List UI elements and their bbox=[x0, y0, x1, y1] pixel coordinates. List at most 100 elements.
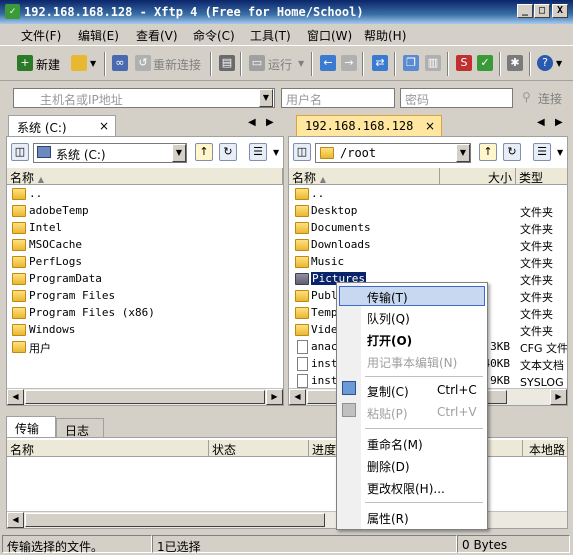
new-button[interactable]: 新建 bbox=[36, 56, 60, 73]
scroll-left-icon[interactable]: ◀ bbox=[7, 512, 24, 528]
paste-icon[interactable]: ▥ bbox=[425, 55, 441, 71]
scroll-right-icon[interactable]: ▶ bbox=[550, 389, 567, 405]
menu-edit[interactable]: 编辑(E) bbox=[78, 27, 119, 44]
right-col-type[interactable]: 类型 bbox=[516, 168, 567, 185]
run-button[interactable]: 运行 bbox=[268, 56, 292, 73]
back-arrow-icon[interactable]: ← bbox=[320, 55, 336, 71]
open-dropdown-icon[interactable]: ▼ bbox=[90, 59, 96, 68]
right-refresh-icon[interactable]: ↻ bbox=[503, 143, 521, 161]
list-item[interactable]: .. bbox=[289, 186, 567, 203]
maximize-button[interactable]: □ bbox=[534, 4, 550, 18]
right-col-name[interactable]: 名称 ▲ bbox=[289, 168, 440, 185]
close-button[interactable]: X bbox=[552, 4, 568, 18]
right-tab-next-icon[interactable]: ▶ bbox=[555, 117, 563, 128]
left-drive-select[interactable]: 系统 (C:) bbox=[33, 143, 187, 163]
menu-item-rename[interactable]: 重命名(M) bbox=[367, 433, 423, 453]
forward-arrow-icon[interactable]: → bbox=[341, 55, 357, 71]
right-tab-prev-icon[interactable]: ◀ bbox=[537, 117, 545, 128]
list-item[interactable]: adobeTemp bbox=[7, 203, 283, 220]
scroll-left-icon[interactable]: ◀ bbox=[289, 389, 306, 405]
menu-item-copy[interactable]: 复制(C) bbox=[367, 380, 409, 400]
left-drive-dropdown-icon[interactable]: ▼ bbox=[172, 144, 186, 162]
tab-close-icon[interactable]: × bbox=[99, 119, 109, 133]
username-input[interactable]: 用户名 bbox=[281, 88, 395, 108]
minimize-button[interactable]: _ bbox=[517, 4, 533, 18]
tab-local-c[interactable]: 系统 (C:) × bbox=[8, 115, 116, 137]
menu-item-queue[interactable]: 队列(Q) bbox=[367, 307, 410, 327]
list-item[interactable]: 用户 bbox=[7, 339, 283, 356]
tab-transfer[interactable]: 传输 bbox=[6, 416, 56, 438]
remote-path-select[interactable]: /root bbox=[315, 143, 471, 163]
scroll-thumb[interactable] bbox=[25, 390, 265, 404]
left-tab-next-icon[interactable]: ▶ bbox=[266, 117, 274, 128]
transfer-col-status[interactable]: 状态 bbox=[209, 440, 309, 457]
list-item[interactable]: Documents 文件夹 bbox=[289, 220, 567, 237]
list-item[interactable]: Program Files bbox=[7, 288, 283, 305]
reconnect-button[interactable]: 重新连接 bbox=[153, 56, 201, 73]
menu-item-permissions[interactable]: 更改权限(H)... bbox=[367, 477, 445, 497]
list-item[interactable]: Music 文件夹 bbox=[289, 254, 567, 271]
list-item[interactable]: ProgramData bbox=[7, 271, 283, 288]
right-path-dropdown-icon[interactable]: ▼ bbox=[456, 144, 470, 162]
menu-help[interactable]: 帮助(H) bbox=[364, 27, 406, 44]
left-col-name[interactable]: 名称 ▲ bbox=[7, 168, 283, 185]
help-dropdown-icon[interactable]: ▼ bbox=[556, 59, 562, 68]
host-dropdown-icon[interactable]: ▼ bbox=[259, 89, 273, 107]
tab-close-icon[interactable]: × bbox=[425, 119, 435, 133]
list-item[interactable]: Downloads 文件夹 bbox=[289, 237, 567, 254]
help-icon[interactable]: ? bbox=[537, 55, 553, 71]
menu-item-properties[interactable]: 属性(R) bbox=[367, 507, 409, 527]
reconnect-icon[interactable]: ↺ bbox=[135, 55, 151, 71]
xshell-icon[interactable]: S bbox=[456, 55, 472, 71]
copy-icon[interactable]: ❐ bbox=[403, 55, 419, 71]
left-tree-toggle-icon[interactable]: ◫ bbox=[11, 143, 29, 161]
menu-item-paste[interactable]: 粘贴(P) bbox=[367, 402, 408, 422]
right-view-icon[interactable]: ☰ bbox=[533, 143, 551, 161]
xftp-icon[interactable]: ✓ bbox=[477, 55, 493, 71]
link-icon[interactable]: ∞ bbox=[112, 55, 128, 71]
tab-remote-host[interactable]: 192.168.168.128 × bbox=[296, 115, 442, 137]
right-view-dropdown-icon[interactable]: ▼ bbox=[557, 148, 563, 157]
menu-tools[interactable]: 工具(T) bbox=[250, 27, 291, 44]
left-refresh-icon[interactable]: ↻ bbox=[219, 143, 237, 161]
new-session-icon[interactable]: + bbox=[17, 55, 33, 71]
left-up-folder-icon[interactable]: ↑ bbox=[195, 143, 213, 161]
menu-window[interactable]: 窗口(W) bbox=[307, 27, 352, 44]
menu-command[interactable]: 命令(C) bbox=[193, 27, 235, 44]
transfer-col-local[interactable]: 本地路 bbox=[523, 440, 567, 457]
scroll-right-icon[interactable]: ▶ bbox=[266, 389, 283, 405]
menu-item-edit-notepad[interactable]: 用记事本编辑(N) bbox=[367, 351, 457, 371]
list-item[interactable]: Desktop 文件夹 bbox=[289, 203, 567, 220]
menu-item-open[interactable]: 打开(O) bbox=[367, 329, 412, 349]
scroll-thumb[interactable] bbox=[25, 513, 325, 527]
connect-button[interactable]: 连接 bbox=[538, 90, 562, 107]
list-item[interactable]: PerfLogs bbox=[7, 254, 283, 271]
menu-item-delete[interactable]: 删除(D) bbox=[367, 455, 410, 475]
tab-log[interactable]: 日志 bbox=[56, 418, 104, 438]
left-hscroll[interactable]: ◀ ▶ bbox=[7, 388, 283, 405]
properties-icon[interactable]: ▤ bbox=[219, 55, 235, 71]
run-icon[interactable]: ▭ bbox=[249, 55, 265, 71]
left-tab-prev-icon[interactable]: ◀ bbox=[248, 117, 256, 128]
list-item[interactable]: Windows bbox=[7, 322, 283, 339]
password-input[interactable]: 密码 bbox=[400, 88, 513, 108]
right-tree-toggle-icon[interactable]: ◫ bbox=[293, 143, 311, 161]
transfer-col-name[interactable]: 名称 bbox=[7, 440, 209, 457]
menu-file[interactable]: 文件(F) bbox=[21, 27, 61, 44]
scroll-left-icon[interactable]: ◀ bbox=[7, 389, 24, 405]
open-folder-icon[interactable] bbox=[71, 55, 87, 71]
connect-icon[interactable]: ⚲ bbox=[522, 90, 531, 104]
left-view-dropdown-icon[interactable]: ▼ bbox=[273, 148, 279, 157]
list-item[interactable]: Intel bbox=[7, 220, 283, 237]
list-item[interactable]: .. bbox=[7, 186, 283, 203]
run-dropdown-icon[interactable]: ▼ bbox=[298, 59, 304, 68]
right-up-folder-icon[interactable]: ↑ bbox=[479, 143, 497, 161]
gear-icon[interactable]: ✱ bbox=[507, 55, 523, 71]
sync-arrows-icon[interactable]: ⇄ bbox=[372, 55, 388, 71]
list-item[interactable]: MSOCache bbox=[7, 237, 283, 254]
list-item[interactable]: Program Files (x86) bbox=[7, 305, 283, 322]
left-view-icon[interactable]: ☰ bbox=[249, 143, 267, 161]
right-col-size[interactable]: 大小 bbox=[440, 168, 516, 185]
menu-view[interactable]: 查看(V) bbox=[136, 27, 178, 44]
host-input[interactable]: 主机名或IP地址 bbox=[13, 88, 275, 108]
